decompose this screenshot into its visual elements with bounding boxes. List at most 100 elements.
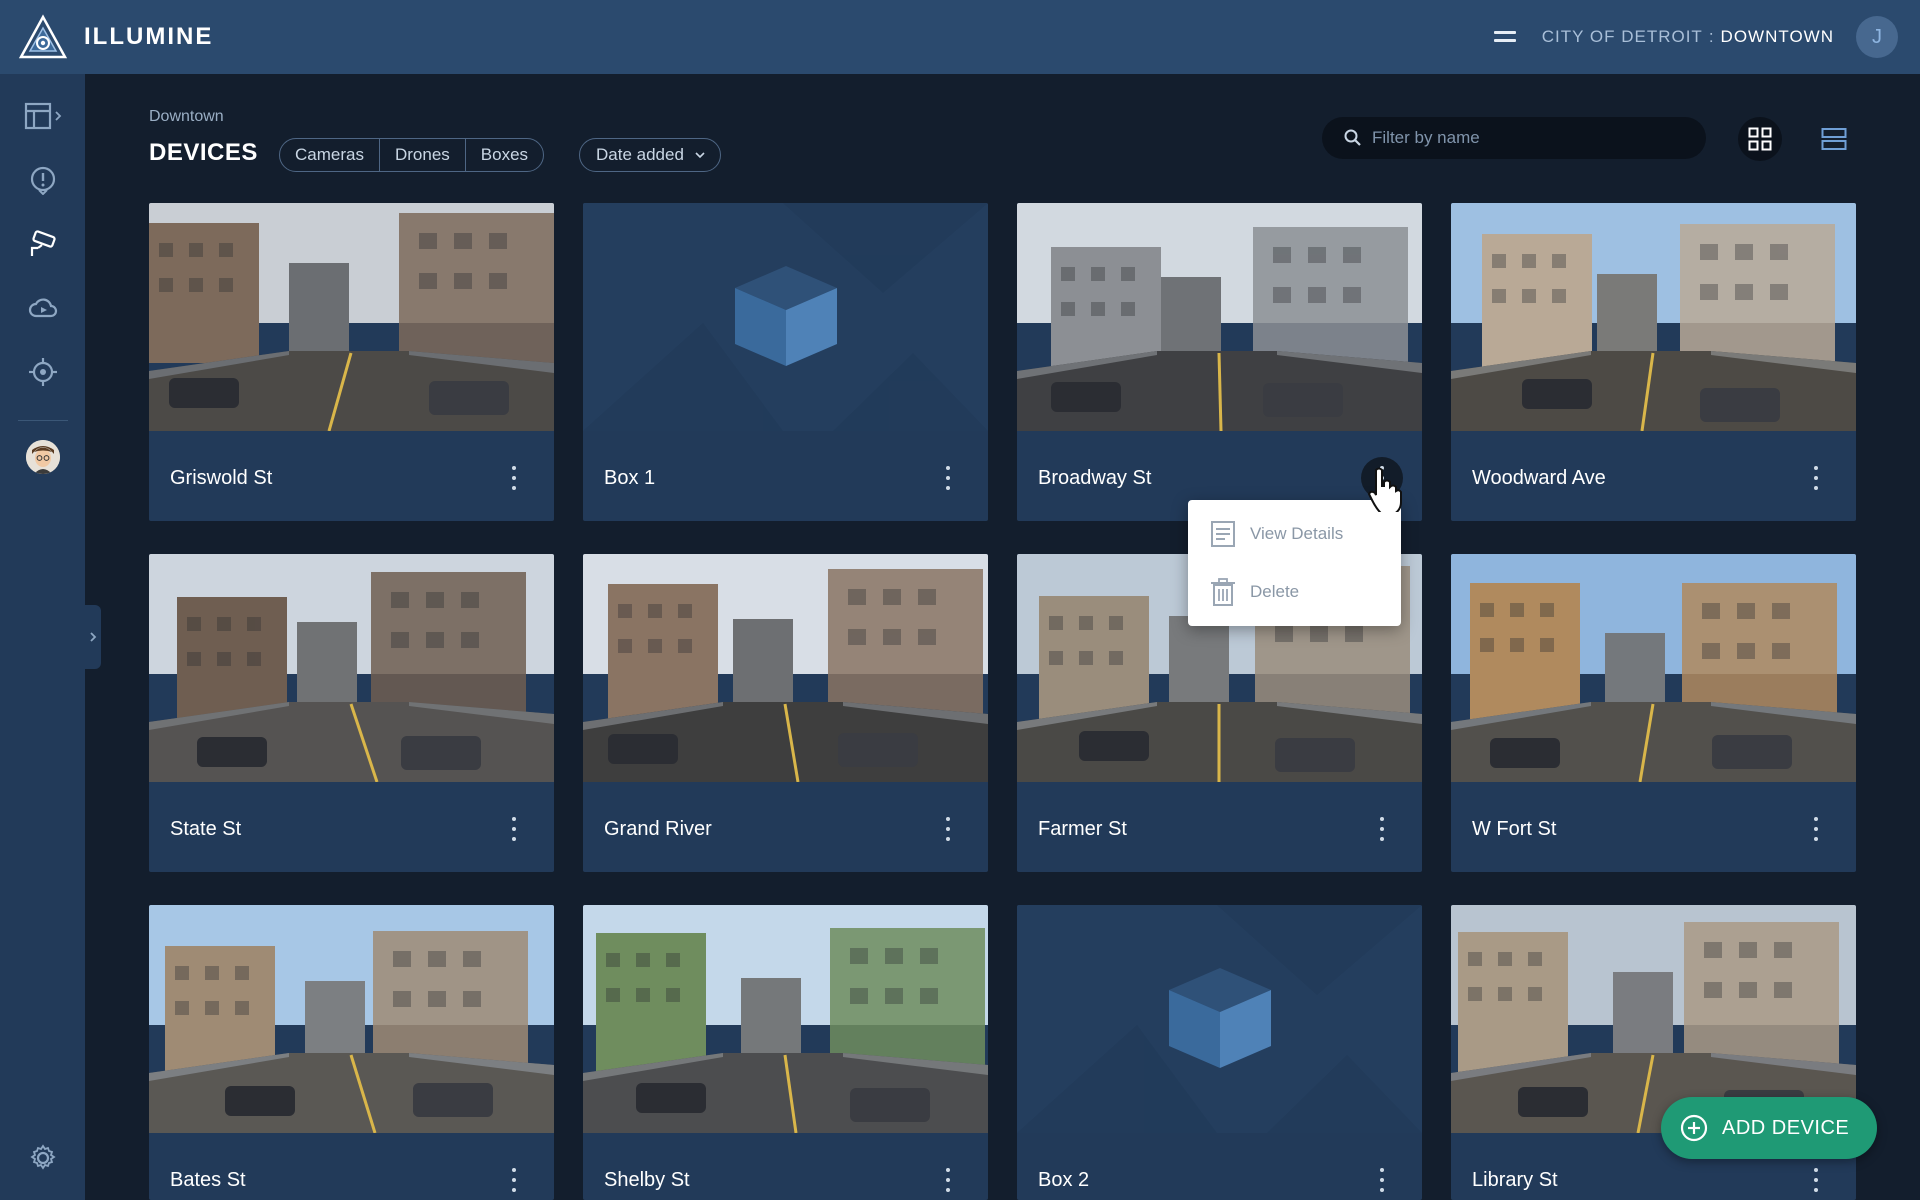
location-current: DOWNTOWN: [1720, 27, 1834, 46]
device-card[interactable]: Grand River: [583, 554, 988, 872]
device-card[interactable]: Griswold St: [149, 203, 554, 521]
grid-view-button[interactable]: [1738, 117, 1782, 161]
device-thumbnail[interactable]: [149, 554, 554, 782]
device-name: Farmer St: [1038, 818, 1127, 840]
device-card[interactable]: Woodward Ave: [1451, 203, 1856, 521]
trash-icon: [1211, 578, 1235, 606]
device-thumbnail[interactable]: [149, 203, 554, 431]
breadcrumb[interactable]: Downtown: [149, 108, 224, 126]
box-placeholder-icon: [583, 203, 988, 431]
more-options-icon[interactable]: [1361, 457, 1403, 499]
delete-label: Delete: [1250, 582, 1300, 601]
street-view-image: [1017, 203, 1422, 431]
device-card[interactable]: Bates St: [149, 905, 554, 1200]
alert-icon: [30, 166, 55, 195]
document-icon: [1211, 521, 1235, 547]
device-thumbnail[interactable]: [583, 554, 988, 782]
device-name: Box 1: [604, 467, 656, 489]
device-name: Bates St: [170, 1169, 246, 1191]
sort-label: Date added: [596, 145, 684, 164]
street-view-image: [149, 905, 554, 1133]
device-name: Griswold St: [170, 467, 273, 489]
chevron-down-icon: [695, 152, 705, 159]
sidebar-item-targets[interactable]: [0, 346, 85, 398]
device-name: Grand River: [604, 818, 712, 840]
view-details-label: View Details: [1250, 524, 1344, 543]
device-context-menu: View Details Delete: [1188, 500, 1401, 626]
more-options-icon[interactable]: [1810, 463, 1822, 493]
logo-icon: [18, 14, 68, 59]
sidebar-item-cloud[interactable]: [0, 282, 85, 334]
more-options-icon[interactable]: [508, 463, 520, 493]
more-options-icon[interactable]: [942, 1165, 954, 1195]
more-options-icon[interactable]: [508, 814, 520, 844]
more-options-icon[interactable]: [1376, 814, 1388, 844]
avatar-face-icon: [26, 440, 60, 474]
device-thumbnail[interactable]: [583, 203, 988, 431]
street-view-image: [149, 203, 554, 431]
add-device-button[interactable]: ADD DEVICE: [1661, 1097, 1877, 1159]
settings-icon: [29, 1144, 56, 1170]
layout-icon: [24, 102, 61, 130]
sidebar-item-cameras[interactable]: [0, 218, 85, 270]
box-placeholder-icon: [1017, 905, 1422, 1133]
menu-icon[interactable]: [1493, 29, 1518, 45]
device-thumbnail[interactable]: [1451, 554, 1856, 782]
search-bar: [1322, 117, 1706, 159]
more-options-icon[interactable]: [1376, 1165, 1388, 1195]
app-logo[interactable]: ILLUMINE: [18, 14, 213, 60]
device-card[interactable]: Box 1: [583, 203, 988, 521]
sidebar-item-alerts[interactable]: [0, 154, 85, 206]
sidebar-item-layout[interactable]: [0, 90, 85, 142]
device-card[interactable]: W Fort St: [1451, 554, 1856, 872]
location-city: CITY OF DETROIT: [1541, 27, 1703, 46]
more-options-icon[interactable]: [942, 814, 954, 844]
street-view-image: [583, 554, 988, 782]
device-card[interactable]: Box 2: [1017, 905, 1422, 1200]
sidebar-item-settings[interactable]: [0, 1132, 85, 1184]
page-title: DEVICES: [149, 139, 258, 166]
device-type-filter: Cameras Drones Boxes: [279, 138, 545, 172]
device-thumbnail[interactable]: [1017, 905, 1422, 1133]
menu-item-view-details[interactable]: View Details: [1188, 506, 1401, 562]
filter-boxes[interactable]: Boxes: [466, 139, 543, 171]
avatar[interactable]: [26, 440, 60, 474]
device-card[interactable]: State St: [149, 554, 554, 872]
target-icon: [28, 358, 57, 386]
device-card[interactable]: Shelby St: [583, 905, 988, 1200]
device-thumbnail[interactable]: [1451, 203, 1856, 431]
sidebar-expand-tab[interactable]: [85, 605, 101, 669]
cloud-icon: [28, 298, 57, 318]
sort-dropdown[interactable]: Date added: [579, 138, 721, 172]
location-selector[interactable]: CITY OF DETROIT: DOWNTOWN: [1542, 27, 1834, 47]
more-options-icon[interactable]: [1810, 1165, 1822, 1195]
filter-drones[interactable]: Drones: [380, 139, 466, 171]
grid-view-icon: [1748, 127, 1772, 151]
plus-circle-icon: [1680, 1114, 1708, 1142]
search-input[interactable]: [1372, 128, 1692, 148]
sidebar: [0, 74, 85, 1200]
device-thumbnail[interactable]: [583, 905, 988, 1133]
device-name: Shelby St: [604, 1169, 690, 1191]
filter-cameras[interactable]: Cameras: [280, 139, 380, 171]
menu-item-delete[interactable]: Delete: [1188, 564, 1401, 620]
device-name: Woodward Ave: [1472, 467, 1606, 489]
device-name: State St: [170, 818, 242, 840]
device-thumbnail[interactable]: [149, 905, 554, 1133]
camera-icon: [30, 230, 56, 256]
device-name: W Fort St: [1472, 818, 1557, 840]
add-device-label: ADD DEVICE: [1722, 1116, 1850, 1139]
street-view-image: [149, 554, 554, 782]
user-avatar[interactable]: J: [1856, 16, 1898, 58]
device-name: Box 2: [1038, 1169, 1090, 1191]
top-bar: ILLUMINE CITY OF DETROIT: DOWNTOWN J: [0, 0, 1920, 74]
device-thumbnail[interactable]: [1017, 203, 1422, 431]
list-view-button[interactable]: [1812, 117, 1856, 161]
device-card[interactable]: Broadway St: [1017, 203, 1422, 521]
sidebar-divider: [18, 420, 68, 421]
more-options-icon[interactable]: [1810, 814, 1822, 844]
device-name: Broadway St: [1038, 467, 1152, 489]
more-options-icon[interactable]: [508, 1165, 520, 1195]
more-options-icon[interactable]: [942, 463, 954, 493]
list-view-icon: [1821, 128, 1847, 150]
